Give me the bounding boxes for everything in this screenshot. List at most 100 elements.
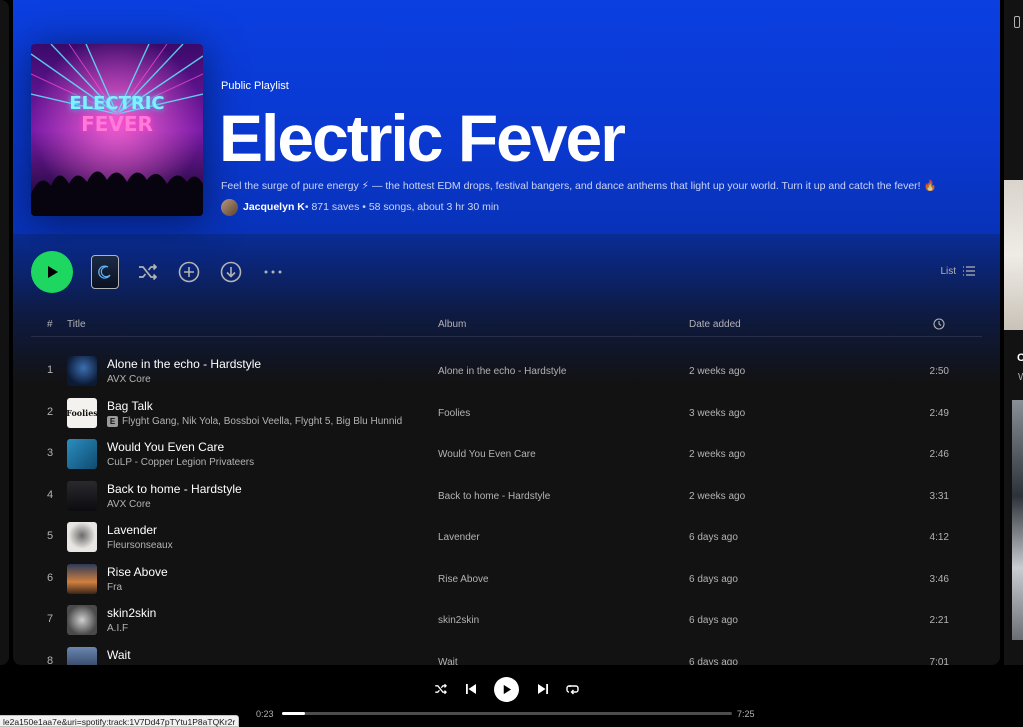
track-thumbnail: Foolies <box>67 397 97 428</box>
track-number: 5 <box>46 530 54 542</box>
moon-icon <box>98 265 111 279</box>
track-row[interactable]: 7 skin2skin A.I.F skin2skin 6 days ago 2… <box>31 599 982 641</box>
track-date-added: 6 days ago <box>689 532 738 543</box>
track-date-added: 2 weeks ago <box>689 449 746 460</box>
track-row[interactable]: 4 Back to home - Hardstyle AVX Core Back… <box>31 475 982 517</box>
track-duration: 2:50 <box>929 366 949 377</box>
track-thumbnail <box>67 480 97 511</box>
track-thumbnail <box>67 356 97 386</box>
player-play-button[interactable] <box>494 677 519 702</box>
track-title[interactable]: Back to home - Hardstyle <box>107 482 242 496</box>
cover-title: ELECTRIC FEVER <box>69 93 165 136</box>
more-options-button[interactable] <box>261 260 285 284</box>
shuffle-icon <box>435 683 447 695</box>
track-artist[interactable]: AVX Core <box>107 499 151 510</box>
track-number: 1 <box>46 364 54 376</box>
page-title: Electric Fever <box>219 101 626 175</box>
clock-icon <box>933 318 945 330</box>
track-title[interactable]: Lavender <box>107 523 157 537</box>
tracklist-header: # Title Album Date added <box>31 315 982 337</box>
next-button[interactable] <box>535 679 551 699</box>
track-number: 3 <box>46 447 54 459</box>
track-duration: 3:46 <box>929 573 949 585</box>
track-artist[interactable]: Fra <box>107 582 122 593</box>
track-album[interactable]: Would You Even Care <box>438 449 536 460</box>
status-url: le2a150e1aa7e&uri=spotify:track:1V7Dd47p… <box>0 715 240 727</box>
track-date-added: 2 weeks ago <box>689 490 746 502</box>
track-album[interactable]: Lavender <box>438 532 480 543</box>
track-artist[interactable]: AVX Core <box>107 374 151 385</box>
track-artist[interactable]: A.I.F <box>107 623 128 634</box>
playlist-type-label: Public Playlist <box>221 80 289 92</box>
preview-cover-button[interactable] <box>91 255 119 289</box>
playlist-meta: Jacquelyn K • 871 saves • 58 songs, abou… <box>221 198 499 216</box>
tracklist: 1 Alone in the echo - Hardstyle AVX Core… <box>31 350 982 665</box>
progress-fill <box>282 712 306 715</box>
track-album[interactable]: Back to home - Hardstyle <box>438 491 550 502</box>
column-duration[interactable] <box>933 318 945 333</box>
total-time: 7:25 <box>737 709 755 719</box>
repeat-icon <box>565 685 579 695</box>
track-duration: 3:31 <box>929 490 949 502</box>
column-date-added[interactable]: Date added <box>689 319 741 330</box>
playback-progress-bar[interactable] <box>282 712 732 715</box>
track-number: 7 <box>46 613 54 625</box>
previous-button[interactable] <box>463 679 479 699</box>
track-row[interactable]: 1 Alone in the echo - Hardstyle AVX Core… <box>31 350 982 392</box>
track-row[interactable]: 2 Foolies Bag Talk E Flyght Gang, Nik Yo… <box>31 392 982 434</box>
track-thumbnail <box>67 439 97 469</box>
track-title[interactable]: Rise Above <box>107 565 168 579</box>
explicit-badge: E <box>107 415 118 427</box>
repeat-button[interactable] <box>564 679 580 699</box>
panel-toggle-icon[interactable] <box>1014 16 1020 28</box>
track-artist[interactable]: E Flyght Gang, Nik Yola, Bossboi Veella,… <box>107 415 402 427</box>
column-album[interactable]: Album <box>438 319 466 330</box>
more-dots-icon <box>264 270 282 274</box>
track-album[interactable]: Foolies <box>438 408 470 419</box>
track-thumbnail <box>67 563 97 594</box>
track-row[interactable]: 8 Wait Wait 6 days ago 7:01 <box>31 641 982 666</box>
track-date-added: 2 weeks ago <box>689 366 746 377</box>
play-icon <box>503 684 512 695</box>
track-title[interactable]: Bag Talk <box>107 399 153 413</box>
now-playing-artwork <box>1004 180 1023 330</box>
playlist-view: ELECTRIC FEVER Public Playlist Electric … <box>13 0 1000 665</box>
track-title[interactable]: Alone in the echo - Hardstyle <box>107 357 261 371</box>
playlist-cover: ELECTRIC FEVER <box>31 44 203 216</box>
track-date-added: 6 days ago <box>689 656 738 666</box>
track-title[interactable]: skin2skin <box>107 606 156 620</box>
track-number: 8 <box>46 654 54 666</box>
download-button[interactable] <box>219 260 243 284</box>
track-number: 4 <box>46 488 54 501</box>
track-album[interactable]: Rise Above <box>438 574 489 585</box>
track-duration: 7:01 <box>929 656 949 666</box>
owner-avatar[interactable] <box>221 198 238 216</box>
elapsed-time: 0:23 <box>256 709 274 719</box>
track-album[interactable]: Wait <box>438 657 458 666</box>
track-row[interactable]: 5 Lavender Fleursonseaux Lavender 6 days… <box>31 516 982 558</box>
add-to-library-button[interactable] <box>177 260 201 284</box>
track-album[interactable]: Alone in the echo - Hardstyle <box>438 366 566 377</box>
player-shuffle-button[interactable] <box>433 679 449 699</box>
plus-circle-icon <box>178 261 200 283</box>
track-row[interactable]: 6 Rise Above Fra Rise Above 6 days ago 3… <box>31 558 982 600</box>
track-number: 6 <box>46 571 54 584</box>
track-duration: 2:49 <box>929 407 949 419</box>
column-title[interactable]: Title <box>67 319 86 330</box>
track-thumbnail <box>67 605 97 635</box>
download-icon <box>220 261 242 283</box>
column-number: # <box>47 319 53 330</box>
track-title[interactable]: Would You Even Care <box>107 440 224 454</box>
owner-link[interactable]: Jacquelyn K <box>243 201 305 213</box>
now-playing-title: C <box>1017 352 1023 364</box>
view-mode-toggle[interactable]: List <box>940 265 976 277</box>
play-button[interactable] <box>31 251 73 293</box>
track-album[interactable]: skin2skin <box>438 615 479 626</box>
track-artist[interactable]: CuLP - Copper Legion Privateers <box>107 457 254 468</box>
skip-back-icon <box>466 684 476 694</box>
shuffle-button[interactable] <box>136 260 160 284</box>
track-artist[interactable]: Fleursonseaux <box>107 540 173 551</box>
track-title[interactable]: Wait <box>107 648 131 662</box>
track-row[interactable]: 3 Would You Even Care CuLP - Copper Legi… <box>31 433 982 475</box>
play-icon <box>48 266 58 278</box>
